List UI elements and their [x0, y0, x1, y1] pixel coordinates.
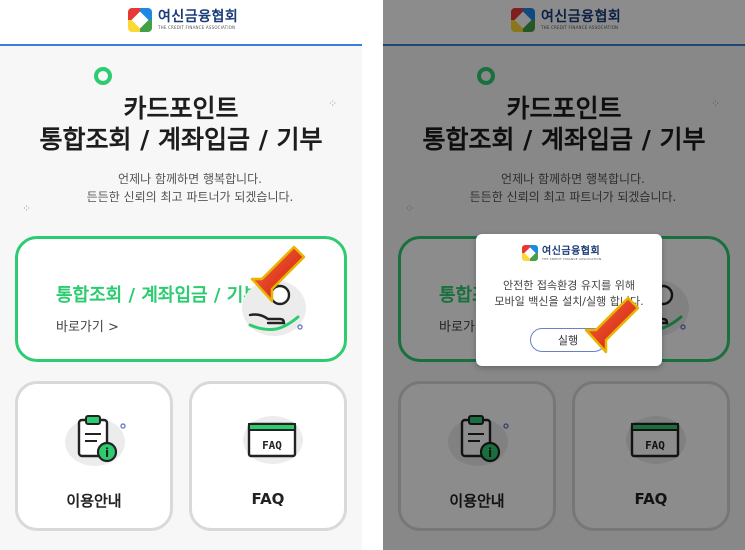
faq-icon-text: FAQ	[262, 439, 282, 452]
left-screen: 여신금융협회 THE CREDIT FINANCE ASSOCIATION ⁘ …	[0, 0, 362, 550]
svg-text:i: i	[105, 446, 109, 460]
brand-logo[interactable]: 여신금융협회 THE CREDIT FINANCE ASSOCIATION	[128, 6, 238, 34]
integrated-service-label: 통합조회 / 계좌입금 / 기부	[56, 285, 260, 306]
brand-logo-icon	[522, 245, 538, 261]
faq-window-icon: FAQ	[243, 416, 303, 464]
go-link[interactable]: 바로가기 >	[56, 316, 119, 335]
usage-guide-label: 이용안내	[66, 492, 122, 510]
brand-subtitle: THE CREDIT FINANCE ASSOCIATION	[158, 24, 236, 30]
hero-subtitle-line2: 든든한 신뢰의 최고 파트너가 되겠습니다.	[86, 190, 294, 204]
clipboard-info-icon: i	[65, 415, 126, 466]
hero-title-line2: 통합조회 / 계좌입금 / 기부	[39, 125, 323, 154]
screenshot-stage: 여신금융협회 THE CREDIT FINANCE ASSOCIATION ⁘ …	[0, 0, 745, 550]
usage-guide-tile[interactable]: i 이용안내	[15, 381, 173, 531]
vaccine-dialog: 여신금융협회 THE CREDIT FINANCE ASSOCIATION 안전…	[476, 234, 662, 366]
faq-label: FAQ	[251, 490, 285, 508]
app-header: 여신금융협회 THE CREDIT FINANCE ASSOCIATION	[0, 0, 362, 46]
brand-name: 여신금융협회	[158, 8, 239, 25]
dialog-message-line1: 안전한 접속환경 유지를 위해	[503, 279, 635, 292]
right-screen: 여신금융협회 THE CREDIT FINANCE ASSOCIATION ⁘ …	[383, 0, 745, 550]
hero-title-line1: 카드포인트	[123, 94, 239, 123]
red-arrow-pointer-icon	[584, 296, 640, 354]
hero-subtitle-line1: 언제나 함께하면 행복합니다.	[118, 172, 262, 186]
brand-subtitle: THE CREDIT FINANCE ASSOCIATION	[542, 256, 602, 261]
brand-logo-icon	[128, 8, 152, 32]
ring-decoration-icon	[94, 67, 112, 85]
dialog-brand-logo: 여신금융협회 THE CREDIT FINANCE ASSOCIATION	[522, 245, 601, 261]
integrated-service-card[interactable]: 통합조회 / 계좌입금 / 기부 바로가기 >	[15, 236, 347, 362]
brand-name: 여신금융협회	[542, 245, 601, 257]
faq-tile[interactable]: FAQ FAQ	[189, 381, 347, 531]
red-arrow-pointer-icon	[250, 245, 306, 303]
